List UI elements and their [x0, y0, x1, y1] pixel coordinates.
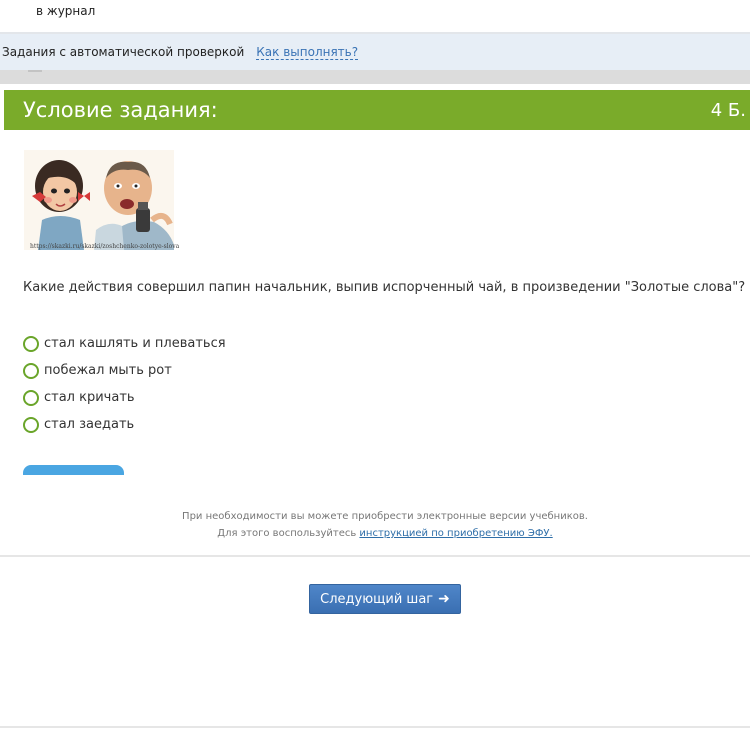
- answer-option-label: стал кашлять и плеваться: [44, 336, 226, 351]
- footer-info-line: Для этого воспользуйтесь инструкцией по …: [0, 528, 750, 539]
- radio-button[interactable]: [23, 416, 39, 433]
- task-title: Условие задания:: [23, 98, 218, 122]
- how-to-complete-link[interactable]: Как выполнять?: [256, 45, 359, 60]
- answer-option-label: стал кричать: [44, 390, 135, 405]
- efu-instructions-link[interactable]: инструкцией по приобретению ЭФУ.: [359, 528, 552, 539]
- next-step-button[interactable]: Следующий шаг ➜: [309, 584, 461, 614]
- journal-text: в журнал: [36, 4, 96, 18]
- radio-button[interactable]: [23, 362, 39, 379]
- answer-option[interactable]: стал кричать: [23, 384, 226, 411]
- task-card: Условие задания: 4 Б. https://skazki.ru/…: [4, 90, 750, 475]
- arrow-right-icon: ➜: [438, 591, 450, 607]
- answer-option[interactable]: стал заедать: [23, 411, 226, 438]
- next-step-label: Следующий шаг: [320, 591, 434, 607]
- answer-option-label: побежал мыть рот: [44, 363, 172, 378]
- image-source-caption: https://skazki.ru/skazki/zoshchenko-zolo…: [30, 243, 180, 250]
- answer-option-label: стал заедать: [44, 417, 135, 432]
- submit-answer-button[interactable]: [23, 465, 124, 475]
- footer-info-text: При необходимости вы можете приобрести э…: [182, 511, 588, 522]
- divider: [0, 726, 750, 728]
- footer-panel: При необходимости вы можете приобрести э…: [0, 475, 750, 557]
- footer-info-prefix: Для этого воспользуйтесь: [217, 528, 360, 539]
- answer-option[interactable]: побежал мыть рот: [23, 357, 226, 384]
- auto-check-label: Задания с автоматической проверкой: [2, 45, 245, 59]
- radio-button[interactable]: [23, 335, 39, 352]
- strip-decoration: [28, 70, 42, 72]
- answer-options: стал кашлять и плеваться побежал мыть ро…: [23, 330, 226, 438]
- question-text: Какие действия совершил папин начальник,…: [23, 280, 746, 295]
- task-header: Условие задания: 4 Б.: [4, 90, 750, 130]
- story-illustration: [24, 150, 174, 250]
- radio-button[interactable]: [23, 389, 39, 406]
- auto-check-bar: Задания с автоматической проверкой Как в…: [0, 34, 750, 70]
- answer-option[interactable]: стал кашлять и плеваться: [23, 330, 226, 357]
- task-points: 4 Б.: [710, 99, 746, 121]
- gray-strip: [0, 70, 750, 84]
